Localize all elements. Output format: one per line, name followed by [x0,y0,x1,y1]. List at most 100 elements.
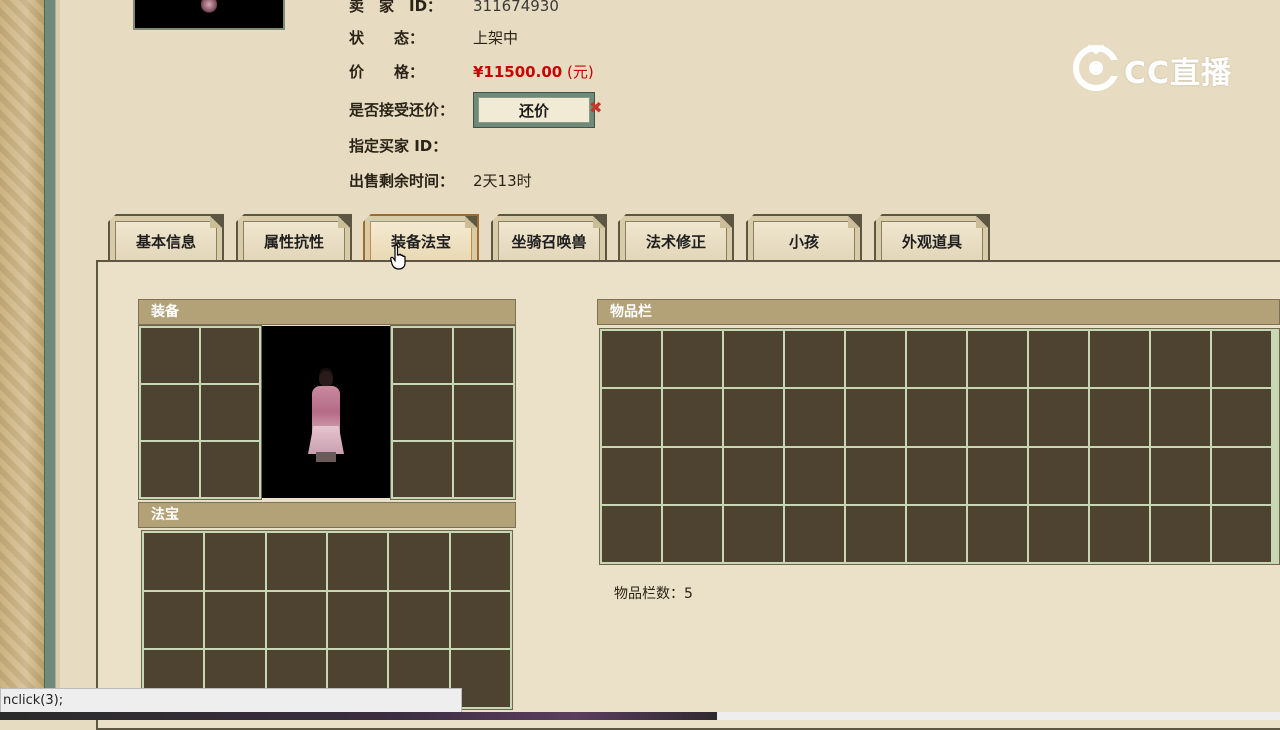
inventory-slot[interactable] [724,505,783,562]
equipment-slot[interactable] [393,385,452,440]
left-green-stripe [44,0,56,720]
treasure-slot[interactable] [389,591,449,649]
equipment-slot[interactable] [201,328,259,383]
inventory-slot[interactable] [907,389,966,446]
inventory-slot[interactable] [1090,447,1149,504]
inventory-slot[interactable] [785,505,844,562]
equipment-slot[interactable] [454,385,513,440]
remaining-time-row: 出售剩余时间： 2天13时 [349,171,532,191]
inventory-slot[interactable] [1090,505,1149,562]
buyer-id-row: 指定买家 ID： [349,136,447,156]
inventory-slot[interactable] [1090,389,1149,446]
treasure-grid [141,530,513,710]
inventory-slot[interactable] [663,389,722,446]
inventory-slot[interactable] [1151,447,1210,504]
inventory-slot[interactable] [602,447,661,504]
inventory-slot[interactable] [968,331,1027,388]
inventory-grid [599,328,1280,565]
inventory-slot[interactable] [968,389,1027,446]
inventory-slot[interactable] [907,331,966,388]
treasure-slot[interactable] [266,591,326,649]
slot-count-value: 5 [684,586,693,602]
inventory-slot[interactable] [602,389,661,446]
equipment-slot[interactable] [393,442,452,497]
treasure-slot[interactable] [205,533,265,590]
inventory-slot[interactable] [785,389,844,446]
seller-id-label: 卖 家 ID： [349,0,443,15]
treasure-slot[interactable] [266,533,326,590]
inventory-slot[interactable] [1090,331,1149,388]
tab-attributes[interactable]: 属性抗性 [236,214,352,262]
treasure-slot[interactable] [450,533,510,590]
tab-children[interactable]: 小孩 [746,214,862,262]
tab-spell-modifiers[interactable]: 法术修正 [618,214,734,262]
inventory-slot[interactable] [663,331,722,388]
inventory-slot[interactable] [724,447,783,504]
haggle-button[interactable]: 还价 [473,92,595,128]
equipment-slot[interactable] [393,328,452,383]
treasure-slot[interactable] [205,591,265,649]
treasure-slot[interactable] [144,591,204,649]
inventory-slot[interactable] [846,389,905,446]
inventory-slot[interactable] [846,447,905,504]
inventory-slot[interactable] [1151,331,1210,388]
inventory-slot[interactable] [602,331,661,388]
inventory-slot[interactable] [663,505,722,562]
equipment-slot[interactable] [201,385,259,440]
inventory-slot[interactable] [724,389,783,446]
slot-count-label: 物品栏数： [614,586,684,602]
tab-label: 小孩 [753,221,855,262]
equipment-header: 装备 [138,299,516,325]
inventory-slot[interactable] [602,505,661,562]
inventory-slot[interactable] [663,447,722,504]
inventory-slot[interactable] [968,505,1027,562]
treasure-slot[interactable] [450,591,510,649]
treasure-slot[interactable] [327,533,388,590]
inventory-slot[interactable] [785,331,844,388]
equipment-slot[interactable] [141,328,199,383]
inventory-slot[interactable] [907,447,966,504]
status-row: 状 态： 上架中 [349,28,518,48]
inventory-slot[interactable] [907,505,966,562]
inventory-slot[interactable] [968,447,1027,504]
seller-id-value: 311674930 [473,0,559,15]
cc-logo-icon [1073,44,1122,91]
price-row: 价 格： ¥11500.00 (元) [349,62,594,82]
inventory-slot[interactable] [724,331,783,388]
inventory-slot[interactable] [1212,389,1271,446]
remaining-time-value: 2天13时 [473,172,532,190]
inventory-slot[interactable] [846,331,905,388]
character-thumbnail [133,0,285,30]
haggle-label: 是否接受还价： [349,101,455,119]
inventory-slot[interactable] [1212,447,1271,504]
inventory-slot[interactable] [846,505,905,562]
tab-mounts-summons[interactable]: 坐骑召唤兽 [491,214,607,262]
equipment-slot[interactable] [141,385,199,440]
treasure-slot[interactable] [327,591,388,649]
equipment-slot[interactable] [141,442,199,497]
inventory-slot[interactable] [1151,389,1210,446]
tab-equipment[interactable]: 装备法宝 [363,214,479,262]
tab-basic-info[interactable]: 基本信息 [108,214,224,262]
price-value-group: ¥11500.00 (元) [473,62,594,82]
inventory-slot[interactable] [1212,331,1271,388]
equipment-slot[interactable] [201,442,259,497]
tab-label: 法术修正 [625,221,727,262]
inventory-slot[interactable] [785,447,844,504]
inventory-slot[interactable] [1029,505,1088,562]
inventory-slot[interactable] [1151,505,1210,562]
status-label: 状 态： [349,29,425,47]
inventory-slot[interactable] [1212,505,1271,562]
treasure-slot[interactable] [144,533,204,590]
tab-appearance-items[interactable]: 外观道具 [874,214,990,262]
price-value: ¥11500.00 [473,63,563,81]
inventory-slot[interactable] [1029,331,1088,388]
left-ornamental-border [0,0,44,720]
equipment-right-slots [390,325,516,500]
inventory-slot[interactable] [1029,447,1088,504]
equipment-slot[interactable] [454,442,513,497]
equipment-slot[interactable] [454,328,513,383]
treasure-slot[interactable] [389,533,449,590]
inventory-slot[interactable] [1029,389,1088,446]
tab-label: 基本信息 [115,221,217,262]
